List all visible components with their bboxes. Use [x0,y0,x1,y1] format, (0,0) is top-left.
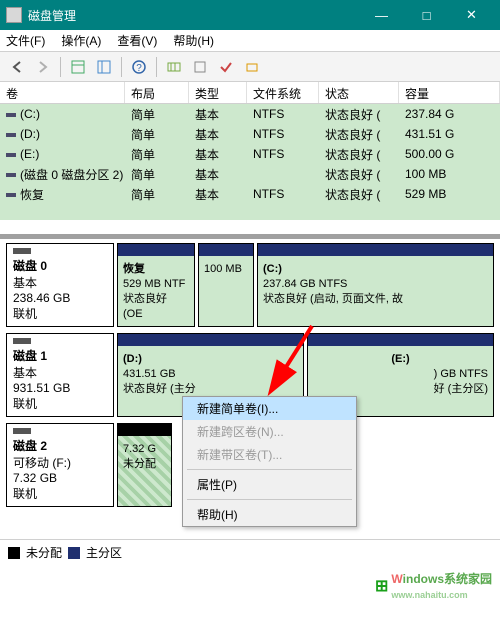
volume-icon [6,193,16,197]
minimize-button[interactable]: — [359,0,404,30]
context-menu: 新建简单卷(I)... 新建跨区卷(N)... 新建带区卷(T)... 属性(P… [182,396,357,527]
menu-help[interactable]: 帮助(H) [183,503,356,526]
disk-icon [13,428,31,434]
forward-icon[interactable] [32,56,54,78]
menu-help[interactable]: 帮助(H) [173,32,214,49]
watermark: ⊞ Windows系统家园 www.nahaitu.com [375,570,492,601]
back-icon[interactable] [6,56,28,78]
svg-text:?: ? [136,63,142,74]
vol-name: (C:) [20,107,40,121]
partition[interactable]: (C:) 237.84 GB NTFS 状态良好 (启动, 页面文件, 故 [257,243,494,327]
menu-view[interactable]: 查看(V) [117,32,157,49]
toolbar: ? [0,52,500,82]
legend: 未分配 主分区 [0,539,500,565]
volume-icon [6,173,16,177]
partition-unallocated[interactable]: 7.32 G 未分配 [117,423,172,507]
volume-list: (C:) 简单 基本 NTFS 状态良好 ( 237.84 G (D:) 简单 … [0,104,500,220]
table-row[interactable]: (C:) 简单 基本 NTFS 状态良好 ( 237.84 G [0,104,500,124]
menu-separator [187,469,352,470]
window-title: 磁盘管理 [28,7,359,24]
menu-new-simple-volume[interactable]: 新建简单卷(I)... [183,397,356,420]
col-volume[interactable]: 卷 [0,82,125,103]
disk-info[interactable]: 磁盘 2 可移动 (F:) 7.32 GB 联机 [6,423,114,507]
titlebar: 磁盘管理 — □ ✕ [0,0,500,30]
col-type[interactable]: 类型 [189,82,247,103]
legend-primary-swatch [68,547,80,559]
partition[interactable]: 100 MB [198,243,254,327]
volume-icon [6,133,16,137]
tool2-icon[interactable] [189,56,211,78]
col-fs[interactable]: 文件系统 [247,82,319,103]
watermark-url: www.nahaitu.com [391,590,467,600]
maximize-button[interactable]: □ [404,0,449,30]
watermark-text: indows系统家园 [403,572,492,586]
col-capacity[interactable]: 容量 [399,82,500,103]
splitter-gap [0,220,500,234]
legend-primary-label: 主分区 [86,544,122,561]
legend-unalloc-label: 未分配 [26,544,62,561]
table-row[interactable]: 恢复 简单 基本 NTFS 状态良好 ( 529 MB [0,184,500,204]
volume-list-header: 卷 布局 类型 文件系统 状态 容量 [0,82,500,104]
app-icon [6,7,22,23]
close-button[interactable]: ✕ [449,0,494,30]
menu-new-stripe-volume: 新建带区卷(T)... [183,443,356,466]
menubar: 文件(F) 操作(A) 查看(V) 帮助(H) [0,30,500,52]
menu-properties[interactable]: 属性(P) [183,473,356,496]
legend-unalloc-swatch [8,547,20,559]
disk-info[interactable]: 磁盘 1 基本 931.51 GB 联机 [6,333,114,417]
partition[interactable]: 恢复 529 MB NTF 状态良好 (OE [117,243,195,327]
disk-info[interactable]: 磁盘 0 基本 238.46 GB 联机 [6,243,114,327]
tool4-icon[interactable] [241,56,263,78]
watermark-logo-icon: ⊞ [375,576,388,596]
table-row[interactable]: (D:) 简单 基本 NTFS 状态良好 ( 431.51 G [0,124,500,144]
volume-icon [6,113,16,117]
tool1-icon[interactable] [163,56,185,78]
disk-icon [13,248,31,254]
menu-separator [187,499,352,500]
menu-action[interactable]: 操作(A) [61,32,101,49]
disk-row: 磁盘 0 基本 238.46 GB 联机 恢复 529 MB NTF 状态良好 … [6,243,494,327]
view2-icon[interactable] [93,56,115,78]
col-status[interactable]: 状态 [319,82,399,103]
help-icon[interactable]: ? [128,56,150,78]
check-icon[interactable] [215,56,237,78]
table-row[interactable]: (E:) 简单 基本 NTFS 状态良好 ( 500.00 G [0,144,500,164]
disk-icon [13,338,31,344]
table-row[interactable]: (磁盘 0 磁盘分区 2) 简单 基本 状态良好 ( 100 MB [0,164,500,184]
view1-icon[interactable] [67,56,89,78]
volume-icon [6,153,16,157]
menu-file[interactable]: 文件(F) [6,32,45,49]
menu-new-span-volume: 新建跨区卷(N)... [183,420,356,443]
col-layout[interactable]: 布局 [125,82,189,103]
